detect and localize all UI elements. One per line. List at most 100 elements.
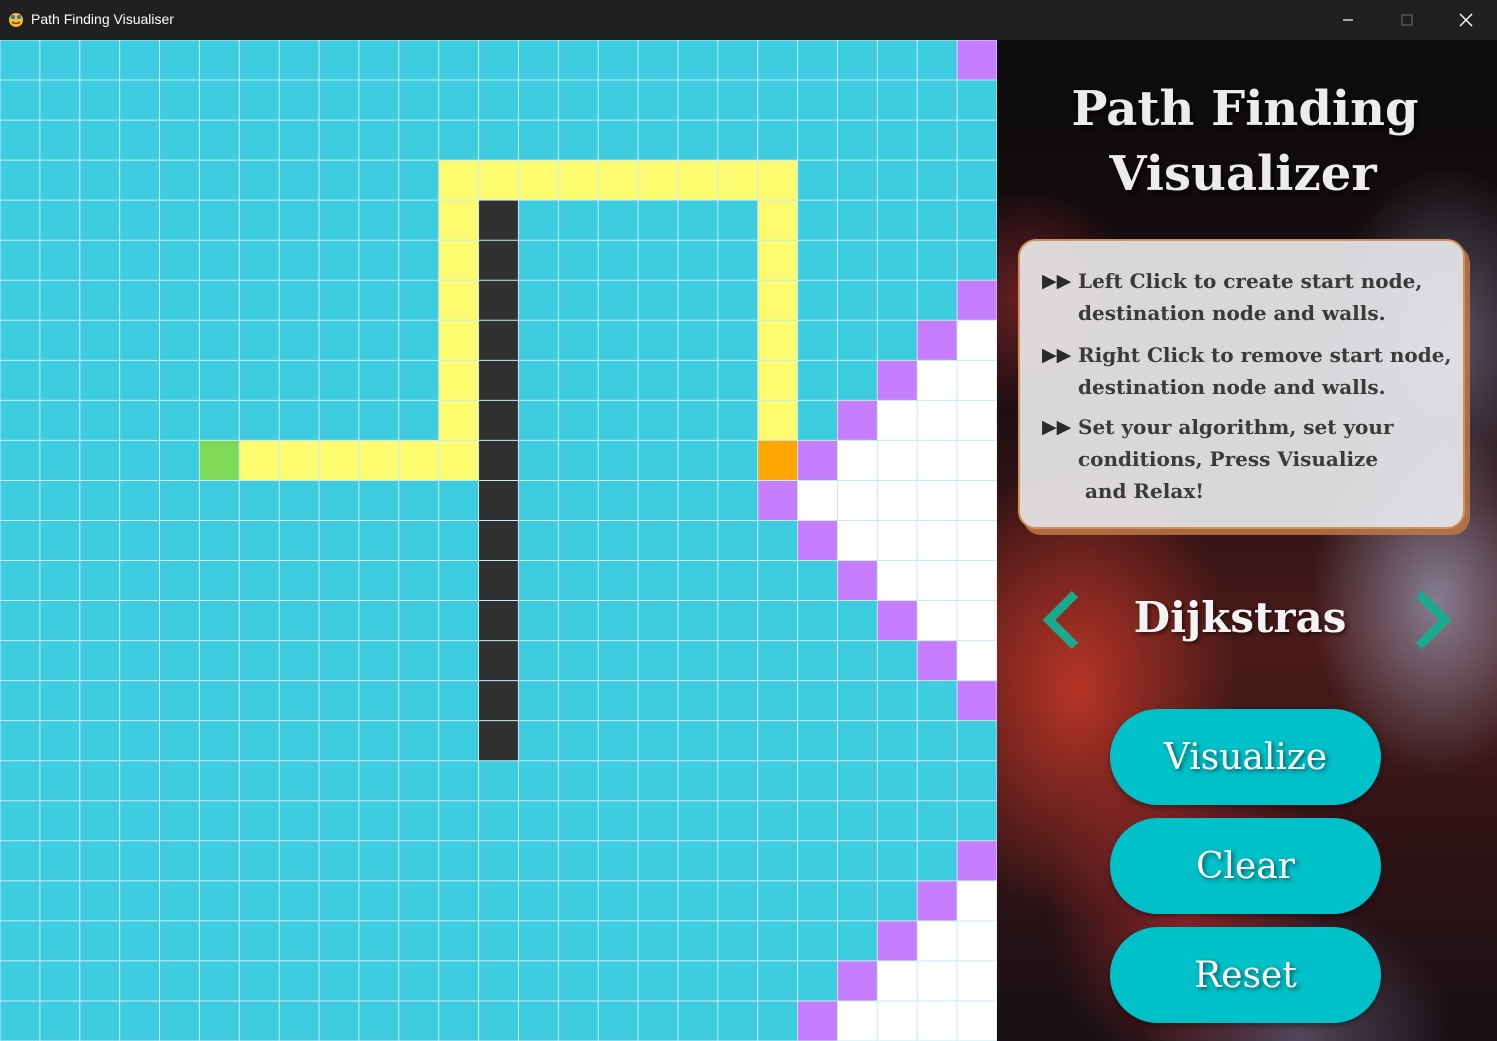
path-cell[interactable] bbox=[757, 200, 798, 241]
visited-cell[interactable] bbox=[917, 1000, 958, 1041]
visited-cell[interactable] bbox=[957, 320, 997, 361]
reset-button[interactable]: Reset bbox=[1110, 927, 1381, 1023]
visited-cell[interactable] bbox=[957, 440, 997, 481]
wall-cell[interactable] bbox=[478, 400, 519, 441]
path-cell[interactable] bbox=[438, 320, 479, 361]
path-cell[interactable] bbox=[478, 160, 519, 201]
visited-cell[interactable] bbox=[957, 920, 997, 961]
visited-cell[interactable] bbox=[917, 600, 958, 641]
visited-cell[interactable] bbox=[957, 360, 997, 401]
frontier-cell[interactable] bbox=[797, 520, 838, 561]
wall-cell[interactable] bbox=[478, 480, 519, 521]
visited-cell[interactable] bbox=[957, 640, 997, 681]
next-algorithm-arrow-icon[interactable] bbox=[1409, 588, 1453, 652]
close-button[interactable] bbox=[1443, 0, 1489, 40]
visited-cell[interactable] bbox=[877, 440, 918, 481]
path-cell[interactable] bbox=[319, 440, 359, 481]
minimize-button[interactable] bbox=[1325, 0, 1371, 40]
visited-cell[interactable] bbox=[917, 920, 958, 961]
path-cell[interactable] bbox=[757, 280, 798, 321]
visited-cell[interactable] bbox=[877, 480, 918, 521]
frontier-cell[interactable] bbox=[917, 880, 958, 921]
path-cell[interactable] bbox=[438, 240, 479, 281]
visited-cell[interactable] bbox=[877, 520, 918, 561]
frontier-cell[interactable] bbox=[877, 920, 918, 961]
visited-cell[interactable] bbox=[917, 480, 958, 521]
frontier-cell[interactable] bbox=[837, 400, 878, 441]
visited-cell[interactable] bbox=[877, 1000, 918, 1041]
frontier-cell[interactable] bbox=[797, 440, 838, 481]
path-cell[interactable] bbox=[757, 400, 798, 441]
frontier-cell[interactable] bbox=[917, 320, 958, 361]
frontier-cell[interactable] bbox=[877, 600, 918, 641]
frontier-cell[interactable] bbox=[797, 1000, 838, 1041]
path-cell[interactable] bbox=[757, 320, 798, 361]
path-cell[interactable] bbox=[438, 200, 479, 241]
visited-cell[interactable] bbox=[917, 560, 958, 601]
wall-cell[interactable] bbox=[478, 640, 519, 681]
path-cell[interactable] bbox=[358, 440, 399, 481]
visited-cell[interactable] bbox=[837, 440, 878, 481]
path-cell[interactable] bbox=[518, 160, 559, 201]
path-cell[interactable] bbox=[438, 400, 479, 441]
wall-cell[interactable] bbox=[478, 520, 519, 561]
frontier-cell[interactable] bbox=[837, 960, 878, 1001]
wall-cell[interactable] bbox=[478, 720, 519, 761]
path-cell[interactable] bbox=[717, 160, 758, 201]
wall-cell[interactable] bbox=[478, 240, 519, 281]
wall-cell[interactable] bbox=[478, 600, 519, 641]
path-cell[interactable] bbox=[438, 280, 479, 321]
visited-cell[interactable] bbox=[837, 480, 878, 521]
wall-cell[interactable] bbox=[478, 680, 519, 721]
path-cell[interactable] bbox=[757, 240, 798, 281]
frontier-cell[interactable] bbox=[917, 640, 958, 681]
path-cell[interactable] bbox=[757, 360, 798, 401]
grid-canvas[interactable] bbox=[0, 40, 997, 1041]
visited-cell[interactable] bbox=[917, 520, 958, 561]
wall-cell[interactable] bbox=[478, 280, 519, 321]
visited-cell[interactable] bbox=[917, 360, 958, 401]
path-cell[interactable] bbox=[598, 160, 639, 201]
wall-cell[interactable] bbox=[478, 360, 519, 401]
frontier-cell[interactable] bbox=[957, 680, 997, 721]
path-cell[interactable] bbox=[239, 440, 280, 481]
path-cell[interactable] bbox=[558, 160, 599, 201]
visited-cell[interactable] bbox=[957, 560, 997, 601]
visited-cell[interactable] bbox=[957, 520, 997, 561]
visited-cell[interactable] bbox=[917, 960, 958, 1001]
maximize-button[interactable] bbox=[1384, 0, 1430, 40]
visited-cell[interactable] bbox=[797, 480, 838, 521]
end-node[interactable] bbox=[757, 440, 798, 481]
previous-algorithm-arrow-icon[interactable] bbox=[1041, 588, 1085, 652]
wall-cell[interactable] bbox=[478, 320, 519, 361]
clear-button[interactable]: Clear bbox=[1110, 818, 1381, 914]
visited-cell[interactable] bbox=[957, 960, 997, 1001]
path-cell[interactable] bbox=[438, 440, 479, 481]
path-grid[interactable] bbox=[0, 40, 997, 1041]
visited-cell[interactable] bbox=[837, 1000, 878, 1041]
wall-cell[interactable] bbox=[478, 440, 519, 481]
path-cell[interactable] bbox=[677, 160, 718, 201]
visited-cell[interactable] bbox=[877, 960, 918, 1001]
frontier-cell[interactable] bbox=[757, 480, 798, 521]
visited-cell[interactable] bbox=[877, 560, 918, 601]
frontier-cell[interactable] bbox=[837, 560, 878, 601]
visited-cell[interactable] bbox=[957, 880, 997, 921]
path-cell[interactable] bbox=[279, 440, 320, 481]
wall-cell[interactable] bbox=[478, 200, 519, 241]
visited-cell[interactable] bbox=[957, 600, 997, 641]
path-cell[interactable] bbox=[757, 160, 798, 201]
start-node[interactable] bbox=[199, 440, 240, 481]
path-cell[interactable] bbox=[438, 360, 479, 401]
frontier-cell[interactable] bbox=[957, 840, 997, 881]
visited-cell[interactable] bbox=[877, 400, 918, 441]
visited-cell[interactable] bbox=[837, 520, 878, 561]
visualize-button[interactable]: Visualize bbox=[1110, 709, 1381, 805]
visited-cell[interactable] bbox=[957, 400, 997, 441]
frontier-cell[interactable] bbox=[877, 360, 918, 401]
wall-cell[interactable] bbox=[478, 560, 519, 601]
visited-cell[interactable] bbox=[917, 400, 958, 441]
visited-cell[interactable] bbox=[957, 480, 997, 521]
path-cell[interactable] bbox=[438, 160, 479, 201]
frontier-cell[interactable] bbox=[957, 280, 997, 321]
